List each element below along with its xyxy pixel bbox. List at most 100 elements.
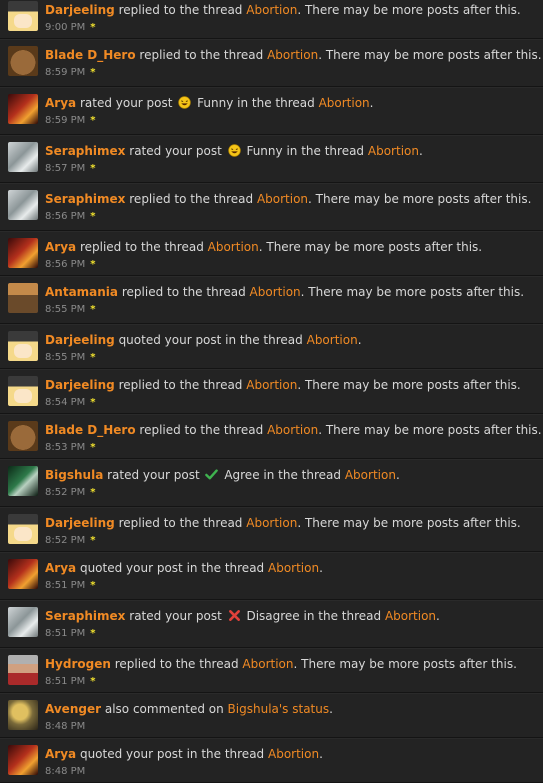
alert-item: Avenger also commented on Bigshula's sta…: [0, 693, 543, 738]
new-marker-icon: *: [90, 211, 96, 222]
new-marker-icon: *: [90, 580, 96, 591]
thread-link[interactable]: Abortion: [257, 192, 308, 206]
username-link[interactable]: Seraphimex: [45, 609, 125, 623]
avatar[interactable]: [8, 46, 38, 76]
username-link[interactable]: Darjeeling: [45, 516, 115, 530]
thread-link[interactable]: Abortion: [246, 378, 297, 392]
thread-link[interactable]: Abortion: [268, 747, 319, 761]
avatar[interactable]: [8, 745, 38, 775]
username-link[interactable]: Darjeeling: [45, 333, 115, 347]
avatar[interactable]: [8, 700, 38, 730]
thread-link[interactable]: Abortion: [268, 561, 319, 575]
thread-link[interactable]: Abortion: [385, 609, 436, 623]
username-link[interactable]: Avenger: [45, 702, 101, 716]
username-link[interactable]: Hydrogen: [45, 657, 111, 671]
username-link[interactable]: Blade D_Hero: [45, 48, 136, 62]
period-text: .: [418, 144, 423, 158]
thread-link[interactable]: Abortion: [250, 285, 301, 299]
action-text: replied to the thread: [139, 423, 264, 437]
username-link[interactable]: Arya: [45, 747, 76, 761]
avatar[interactable]: [8, 331, 38, 361]
in-thread-text: in the thread: [286, 144, 365, 158]
action-text: rated your post: [129, 609, 222, 623]
username-link[interactable]: Blade D_Hero: [45, 423, 136, 437]
alert-item: Darjeeling replied to the thread Abortio…: [0, 0, 543, 39]
action-text: replied to the thread: [114, 657, 239, 671]
thread-link[interactable]: Abortion: [267, 423, 318, 437]
avatar[interactable]: [8, 1, 38, 31]
new-marker-icon: *: [90, 22, 96, 33]
in-thread-text: in the thread: [303, 609, 382, 623]
timestamp: 8:59 PM: [45, 115, 86, 126]
new-marker-icon: *: [90, 442, 96, 453]
action-text: also commented on: [104, 702, 224, 716]
thread-link[interactable]: Abortion: [208, 240, 259, 254]
username-link[interactable]: Arya: [45, 561, 76, 575]
period-text: .: [329, 702, 333, 716]
action-text: quoted your post in the thread: [79, 747, 265, 761]
username-link[interactable]: Darjeeling: [45, 3, 115, 17]
timestamp: 8:53 PM: [45, 442, 86, 453]
action-text: replied to the thread: [118, 516, 243, 530]
status-link[interactable]: Bigshula's status: [228, 702, 330, 716]
funny-icon: [227, 144, 241, 157]
username-link[interactable]: Bigshula: [45, 468, 103, 482]
username-link[interactable]: Seraphimex: [45, 192, 125, 206]
new-marker-icon: *: [90, 676, 96, 687]
thread-link[interactable]: Abortion: [246, 516, 297, 530]
timestamp: 9:00 PM: [45, 22, 86, 33]
avatar[interactable]: [8, 376, 38, 406]
action-text: replied to the thread: [129, 192, 254, 206]
timestamp: 8:52 PM: [45, 487, 86, 498]
timestamp: 8:56 PM: [45, 259, 86, 270]
period-text: .: [357, 333, 362, 347]
alert-item: Seraphimex replied to the thread Abortio…: [0, 183, 543, 231]
action-text: rated your post: [129, 144, 222, 158]
new-marker-icon: *: [90, 352, 96, 363]
alert-item: Blade D_Hero replied to the thread Abort…: [0, 39, 543, 87]
more-text: . There may be more posts after this.: [318, 48, 542, 62]
thread-link[interactable]: Abortion: [267, 48, 318, 62]
avatar[interactable]: [8, 607, 38, 637]
in-thread-text: in the thread: [237, 96, 315, 110]
thread-link[interactable]: Abortion: [242, 657, 293, 671]
username-link[interactable]: Darjeeling: [45, 378, 115, 392]
more-text: . There may be more posts after this.: [297, 378, 521, 392]
username-link[interactable]: Antamania: [45, 285, 118, 299]
avatar[interactable]: [8, 142, 38, 172]
avatar[interactable]: [8, 238, 38, 268]
username-link[interactable]: Arya: [45, 96, 76, 110]
alerts-list: Darjeeling replied to the thread Abortio…: [0, 0, 543, 783]
more-text: . There may be more posts after this.: [293, 657, 517, 671]
alert-item: Arya quoted your post in the thread Abor…: [0, 738, 543, 783]
avatar[interactable]: [8, 655, 38, 685]
period-text: .: [395, 468, 400, 482]
avatar[interactable]: [8, 283, 38, 313]
action-text: rated your post: [107, 468, 200, 482]
avatar[interactable]: [8, 190, 38, 220]
action-text: rated your post: [79, 96, 173, 110]
avatar[interactable]: [8, 94, 38, 124]
thread-link[interactable]: Abortion: [345, 468, 396, 482]
username-link[interactable]: Arya: [45, 240, 76, 254]
new-marker-icon: *: [90, 397, 96, 408]
username-link[interactable]: Seraphimex: [45, 144, 125, 158]
avatar[interactable]: [8, 466, 38, 496]
more-text: . There may be more posts after this.: [318, 423, 542, 437]
thread-link[interactable]: Abortion: [307, 333, 358, 347]
action-text: quoted your post in the thread: [79, 561, 265, 575]
avatar[interactable]: [8, 514, 38, 544]
thread-link[interactable]: Abortion: [368, 144, 419, 158]
avatar[interactable]: [8, 559, 38, 589]
alert-item: Seraphimex rated your post Funny in the …: [0, 135, 543, 183]
more-text: . There may be more posts after this.: [297, 3, 521, 17]
reaction-label: Funny: [246, 144, 283, 158]
alert-item: Darjeeling replied to the thread Abortio…: [0, 369, 543, 414]
alert-item: Arya rated your post Funny in the thread…: [0, 87, 543, 135]
avatar[interactable]: [8, 421, 38, 451]
thread-link[interactable]: Abortion: [319, 96, 370, 110]
more-text: . There may be more posts after this.: [297, 516, 521, 530]
thread-link[interactable]: Abortion: [246, 3, 297, 17]
alert-item: Seraphimex rated your post Disagree in t…: [0, 600, 543, 648]
cross-icon: [228, 610, 240, 621]
